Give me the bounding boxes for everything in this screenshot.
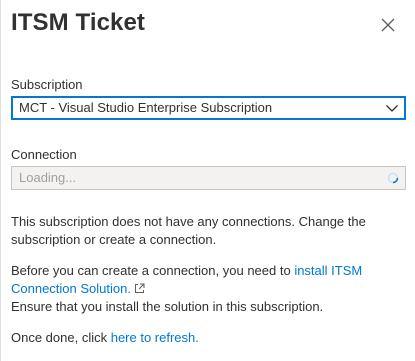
itsm-ticket-panel: ITSM Ticket Subscription MCT - Visual St… bbox=[0, 0, 415, 361]
no-connections-message: This subscription does not have any conn… bbox=[11, 214, 366, 247]
refresh-instructions: Once done, click here to refresh. bbox=[11, 329, 406, 347]
connection-field: Loading... bbox=[11, 166, 406, 190]
external-link-icon bbox=[134, 283, 145, 293]
subscription-dropdown[interactable]: MCT - Visual Studio Enterprise Subscript… bbox=[11, 96, 406, 120]
chevron-down-icon bbox=[386, 105, 398, 112]
connection-loading-text: Loading... bbox=[19, 170, 77, 185]
install-instructions-text: Before you can create a connection, you … bbox=[11, 263, 295, 278]
connection-label: Connection bbox=[11, 147, 77, 162]
spinner-icon bbox=[387, 172, 399, 184]
refresh-link[interactable]: here to refresh. bbox=[111, 330, 199, 345]
subscription-selected-value: MCT - Visual Studio Enterprise Subscript… bbox=[19, 100, 273, 115]
install-instructions: Before you can create a connection, you … bbox=[11, 262, 406, 316]
ensure-install-text: Ensure that you install the solution in … bbox=[11, 299, 324, 314]
close-button[interactable] bbox=[377, 14, 399, 36]
refresh-instructions-text: Once done, click bbox=[11, 330, 111, 345]
panel-title: ITSM Ticket bbox=[11, 9, 146, 36]
close-icon bbox=[381, 18, 395, 32]
subscription-label: Subscription bbox=[11, 77, 83, 92]
